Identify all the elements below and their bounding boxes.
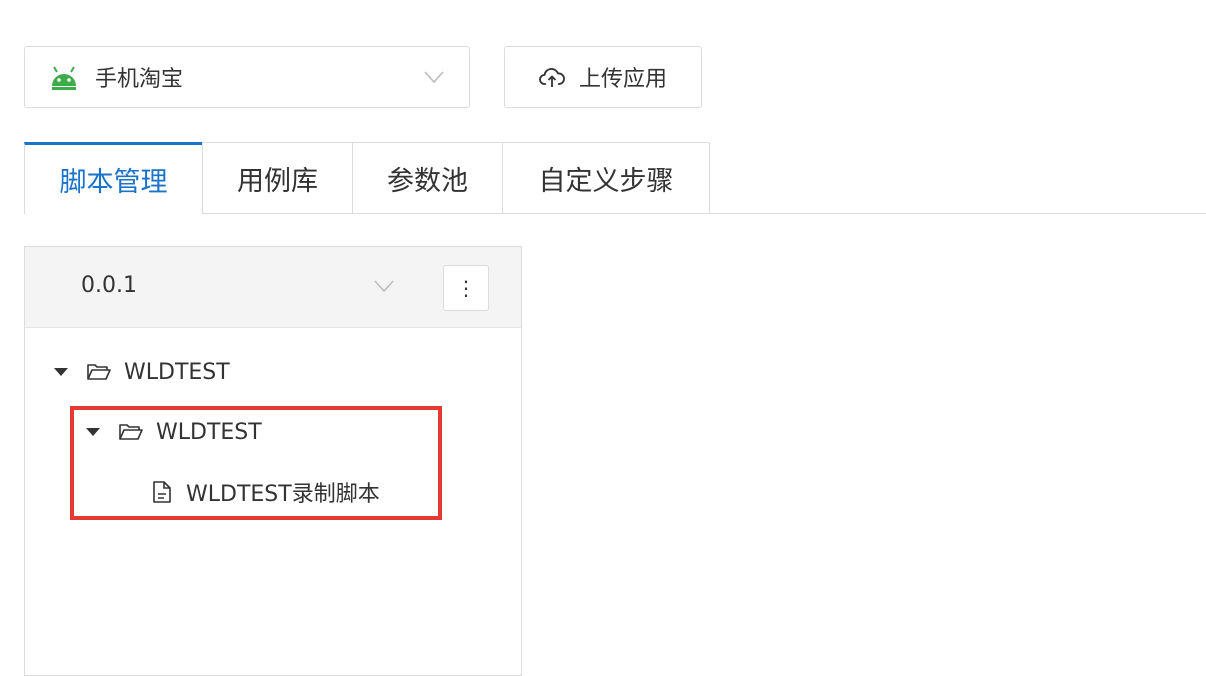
tab-case-library[interactable]: 用例库 xyxy=(202,142,353,213)
app-select[interactable]: 手机淘宝 xyxy=(24,46,470,108)
tree-node-folder[interactable]: WLDTEST xyxy=(86,414,262,450)
android-icon xyxy=(52,66,76,90)
folder-open-icon xyxy=(119,424,143,440)
file-text-icon xyxy=(153,481,171,503)
app-select-value: 手机淘宝 xyxy=(95,67,184,92)
tab-script-management[interactable]: 脚本管理 xyxy=(24,142,203,214)
tree-node-label: WLDTEST xyxy=(124,359,230,385)
tab-parameter-pool[interactable]: 参数池 xyxy=(352,142,503,213)
caret-down-icon[interactable] xyxy=(54,367,68,377)
tree-node-label: WLDTEST xyxy=(156,419,262,445)
more-vertical-icon: ⋮ xyxy=(456,276,476,300)
version-select[interactable]: 0.0.1 xyxy=(25,247,425,327)
tree-node-label: WLDTEST录制脚本 xyxy=(186,482,380,507)
chevron-down-icon xyxy=(424,71,444,84)
tab-bar: 脚本管理 用例库 参数池 自定义步骤 xyxy=(24,142,1206,214)
tab-custom-steps[interactable]: 自定义步骤 xyxy=(502,142,710,213)
chevron-down-icon xyxy=(374,280,394,293)
upload-app-label: 上传应用 xyxy=(578,67,667,92)
folder-open-icon xyxy=(87,364,111,380)
tree-node-folder[interactable]: WLDTEST xyxy=(54,354,230,390)
script-panel: 0.0.1 ⋮ xyxy=(24,246,522,676)
cloud-upload-icon xyxy=(539,68,565,87)
panel-header: 0.0.1 ⋮ xyxy=(25,247,521,328)
caret-down-icon[interactable] xyxy=(86,427,100,437)
more-options-button[interactable]: ⋮ xyxy=(443,265,489,311)
tree-node-file[interactable]: WLDTEST录制脚本 xyxy=(152,474,380,510)
upload-app-button[interactable]: 上传应用 xyxy=(504,46,702,108)
version-select-value: 0.0.1 xyxy=(81,273,137,298)
